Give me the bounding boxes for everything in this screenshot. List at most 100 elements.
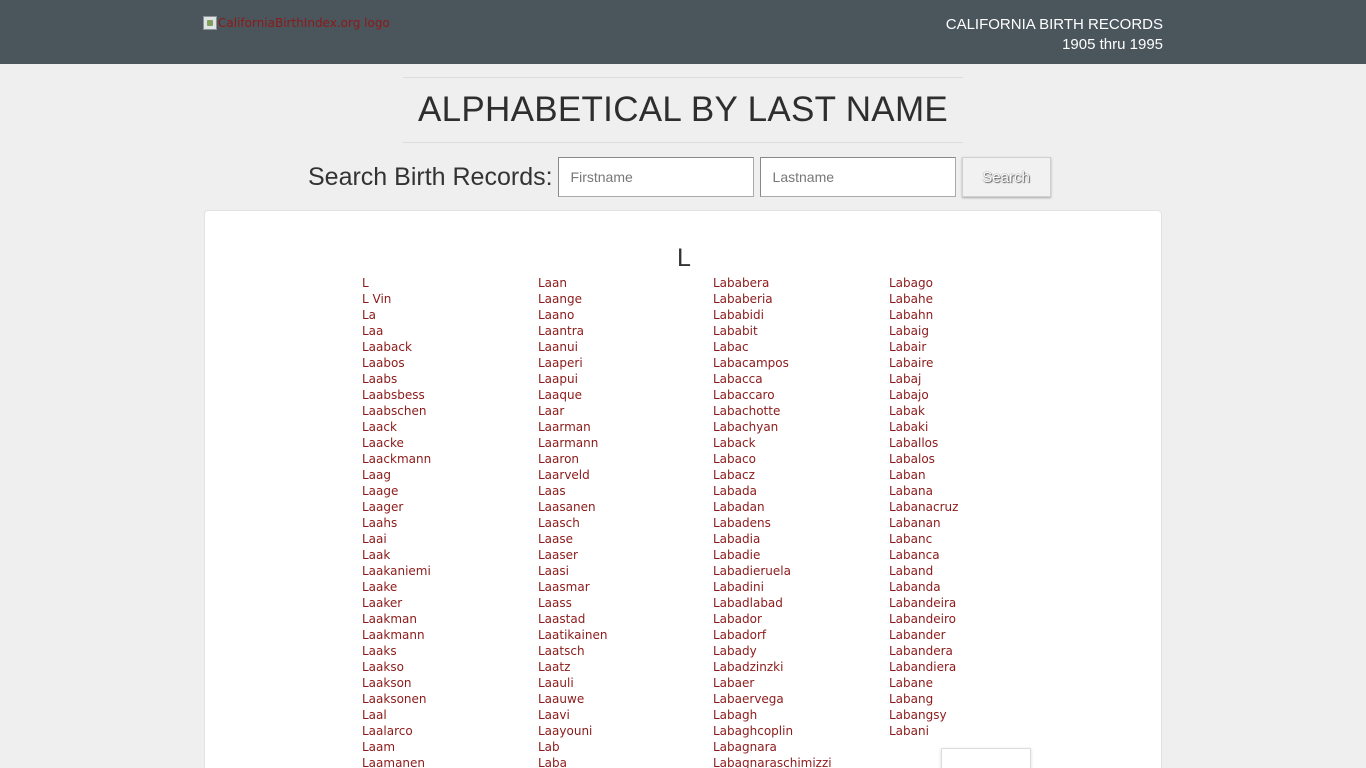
surname-link[interactable]: Lababeria	[713, 292, 773, 306]
surname-link[interactable]: Laaks	[362, 644, 397, 658]
surname-link[interactable]: Laarman	[538, 420, 591, 434]
surname-link[interactable]: Labacz	[713, 468, 755, 482]
surname-link[interactable]: Laan	[538, 276, 567, 290]
surname-link[interactable]: Laakson	[362, 676, 412, 690]
surname-link[interactable]: Laapui	[538, 372, 578, 386]
surname-link[interactable]: Laatikainen	[538, 628, 607, 642]
surname-link[interactable]: Labador	[713, 612, 762, 626]
surname-link[interactable]: Laack	[362, 420, 397, 434]
surname-link[interactable]: Labadzinzki	[713, 660, 783, 674]
surname-link[interactable]: Labacampos	[713, 356, 789, 370]
surname-link[interactable]: Laastad	[538, 612, 585, 626]
surname-link[interactable]: Labanda	[889, 580, 941, 594]
surname-link[interactable]: Laarveld	[538, 468, 590, 482]
surname-link[interactable]: Laa	[362, 324, 383, 338]
surname-link[interactable]: Laalarco	[362, 724, 413, 738]
surname-link[interactable]: Labac	[713, 340, 749, 354]
surname-link[interactable]: Laakmann	[362, 628, 425, 642]
surname-link[interactable]: Laai	[362, 532, 387, 546]
surname-link[interactable]: Lababera	[713, 276, 769, 290]
surname-link[interactable]: Laas	[538, 484, 566, 498]
surname-link[interactable]: Labadini	[713, 580, 764, 594]
surname-link[interactable]: Laager	[362, 500, 403, 514]
surname-link[interactable]: L Vin	[362, 292, 391, 306]
surname-link[interactable]: Laacke	[362, 436, 404, 450]
surname-link[interactable]: Laasi	[538, 564, 569, 578]
surname-link[interactable]: Labandeira	[889, 596, 956, 610]
surname-link[interactable]: Labaig	[889, 324, 929, 338]
surname-link[interactable]: Laba	[538, 756, 567, 768]
site-logo-link[interactable]: CaliforniaBirthIndex.org logo	[203, 16, 390, 30]
surname-link[interactable]: Labady	[713, 644, 757, 658]
surname-link[interactable]: Labadens	[713, 516, 771, 530]
surname-link[interactable]: Laban	[889, 468, 926, 482]
surname-link[interactable]: La	[362, 308, 376, 322]
surname-link[interactable]: Laasch	[538, 516, 580, 530]
surname-link[interactable]: Labanacruz	[889, 500, 958, 514]
surname-link[interactable]: Lababidi	[713, 308, 764, 322]
surname-link[interactable]: Laasanen	[538, 500, 596, 514]
surname-link[interactable]: Laabs	[362, 372, 397, 386]
surname-link[interactable]: Laase	[538, 532, 573, 546]
surname-link[interactable]: Lab	[538, 740, 560, 754]
surname-link[interactable]: Laayouni	[538, 724, 592, 738]
surname-link[interactable]: Labani	[889, 724, 929, 738]
surname-link[interactable]: L	[362, 276, 369, 290]
surname-link[interactable]: Labadan	[713, 500, 765, 514]
surname-link[interactable]: Labaki	[889, 420, 928, 434]
surname-link[interactable]: Labadieruela	[713, 564, 791, 578]
surname-link[interactable]: Laakaniemi	[362, 564, 431, 578]
surname-link[interactable]: Laabos	[362, 356, 405, 370]
surname-link[interactable]: Labadie	[713, 548, 760, 562]
surname-link[interactable]: Laband	[889, 564, 933, 578]
surname-link[interactable]: Laaser	[538, 548, 578, 562]
surname-link[interactable]: Laamanen	[362, 756, 425, 768]
surname-link[interactable]: Laackmann	[362, 452, 431, 466]
surname-link[interactable]: Laabsbess	[362, 388, 425, 402]
surname-link[interactable]: Labagh	[713, 708, 757, 722]
surname-link[interactable]: Labak	[889, 404, 925, 418]
surname-link[interactable]: Laahs	[362, 516, 397, 530]
surname-link[interactable]: Labaer	[713, 676, 754, 690]
surname-link[interactable]: Labander	[889, 628, 946, 642]
surname-link[interactable]: Labago	[889, 276, 933, 290]
floating-widget[interactable]	[941, 748, 1031, 768]
surname-link[interactable]: Laarmann	[538, 436, 598, 450]
surname-link[interactable]: Laatsch	[538, 644, 585, 658]
surname-link[interactable]: Laag	[362, 468, 391, 482]
surname-link[interactable]: Labahn	[889, 308, 933, 322]
surname-link[interactable]: Laange	[538, 292, 582, 306]
surname-link[interactable]: Labaghcoplin	[713, 724, 793, 738]
surname-link[interactable]: Laballos	[889, 436, 938, 450]
surname-link[interactable]: Labajo	[889, 388, 929, 402]
surname-link[interactable]: Laam	[362, 740, 395, 754]
surname-link[interactable]: Labachyan	[713, 420, 778, 434]
surname-link[interactable]: Labadlabad	[713, 596, 783, 610]
surname-link[interactable]: Laauli	[538, 676, 574, 690]
surname-link[interactable]: Laaback	[362, 340, 412, 354]
surname-link[interactable]: Laatz	[538, 660, 570, 674]
surname-link[interactable]: Labane	[889, 676, 933, 690]
surname-link[interactable]: Labalos	[889, 452, 935, 466]
surname-link[interactable]: Laabschen	[362, 404, 426, 418]
surname-link[interactable]: Labandera	[889, 644, 953, 658]
surname-link[interactable]: Labada	[713, 484, 757, 498]
surname-link[interactable]: Labacca	[713, 372, 763, 386]
lastname-input[interactable]	[759, 157, 956, 197]
surname-link[interactable]: Lababit	[713, 324, 758, 338]
surname-link[interactable]: Laaker	[362, 596, 402, 610]
surname-link[interactable]: Laal	[362, 708, 387, 722]
surname-link[interactable]: Labang	[889, 692, 933, 706]
surname-link[interactable]: Labachotte	[713, 404, 780, 418]
surname-link[interactable]: Labanc	[889, 532, 932, 546]
surname-link[interactable]: Labadia	[713, 532, 760, 546]
surname-link[interactable]: Laakman	[362, 612, 417, 626]
firstname-input[interactable]	[557, 157, 754, 197]
surname-link[interactable]: Labana	[889, 484, 933, 498]
surname-link[interactable]: Labandiera	[889, 660, 956, 674]
surname-link[interactable]: Labagnara	[713, 740, 777, 754]
surname-link[interactable]: Laasmar	[538, 580, 590, 594]
surname-link[interactable]: Laaron	[538, 452, 579, 466]
surname-link[interactable]: Laano	[538, 308, 574, 322]
surname-link[interactable]: Labagnaraschimizzi	[713, 756, 832, 768]
